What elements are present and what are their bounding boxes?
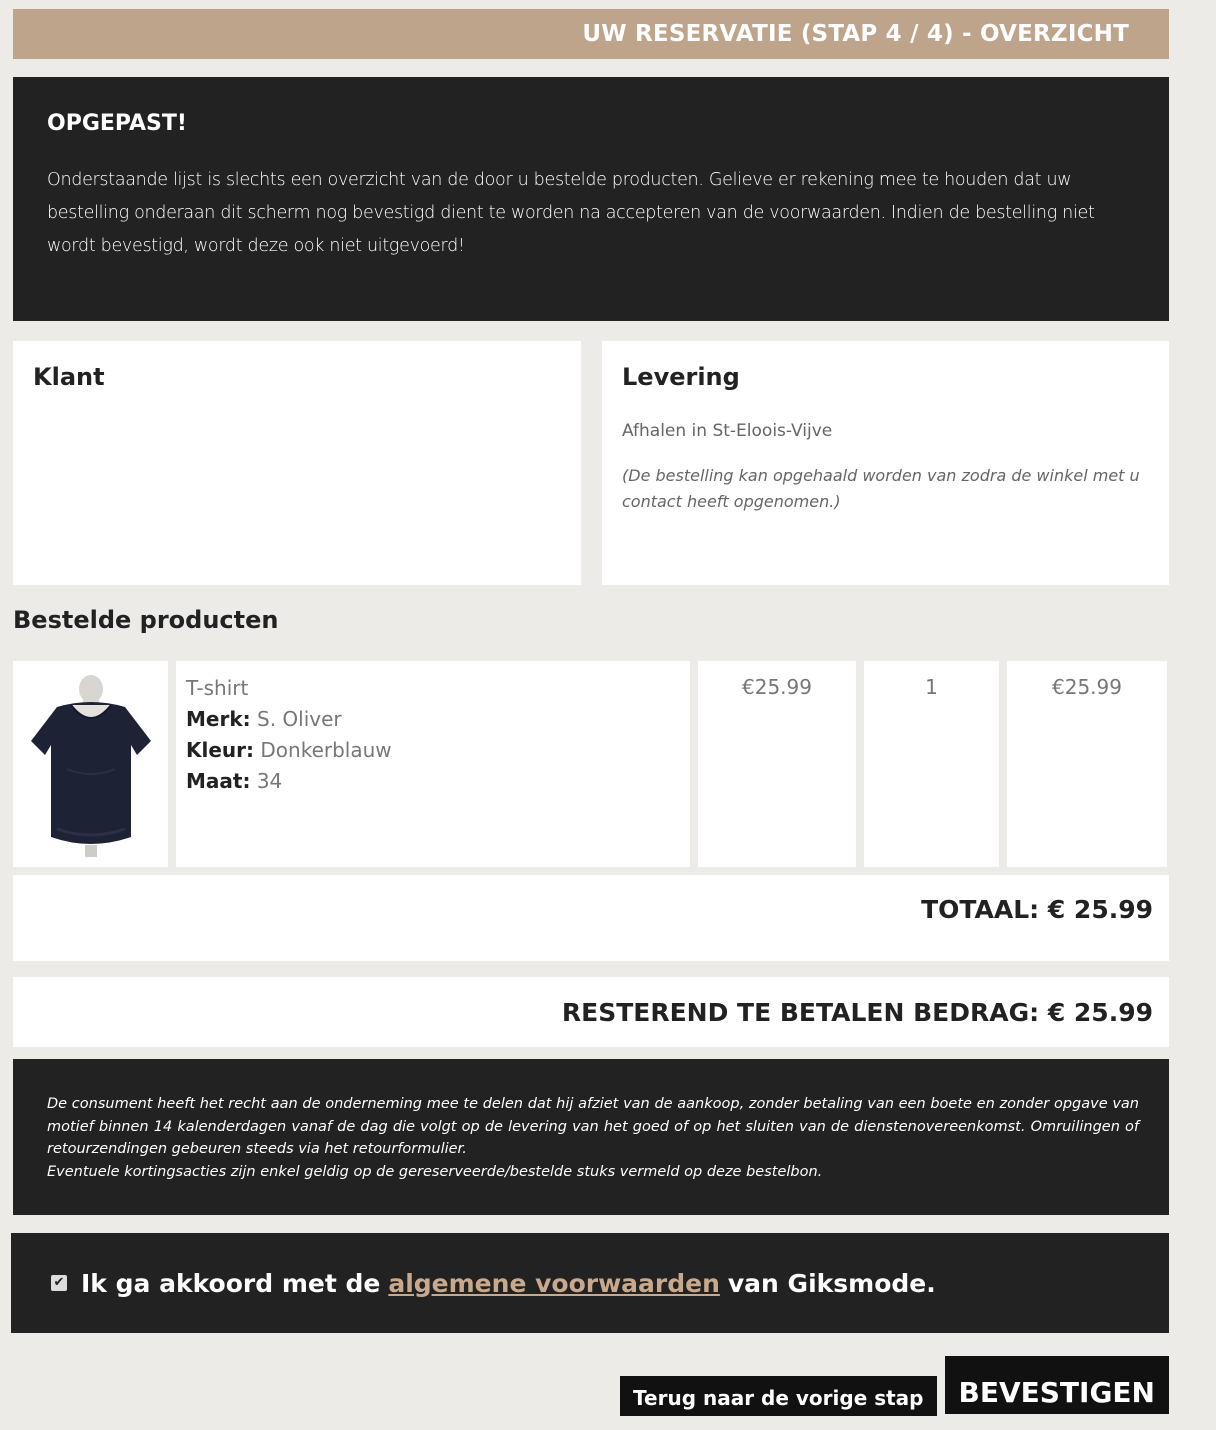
reservation-overview: UW RESERVATIE (STAP 4 / 4) - OVERZICHT O…: [11, 9, 1169, 1333]
terms-checkbox[interactable]: ✔: [51, 1275, 67, 1291]
legal-text-withdrawal: De consument heeft het recht aan de onde…: [47, 1096, 1139, 1157]
color-label: Kleur:: [186, 738, 255, 762]
color-value: Donkerblauw: [260, 738, 392, 762]
customer-box: Klant: [13, 341, 581, 585]
terms-link[interactable]: algemene voorwaarden: [388, 1269, 720, 1298]
step-title: UW RESERVATIE (STAP 4 / 4) - OVERZICHT: [582, 21, 1129, 47]
legal-text-discounts: Eventuele kortingsacties zijn enkel geld…: [47, 1163, 823, 1180]
back-button[interactable]: Terug naar de vorige stap: [620, 1376, 937, 1416]
product-image: [13, 661, 168, 867]
ordered-products-title: Bestelde producten: [13, 606, 279, 634]
brand-value: S. Oliver: [257, 707, 342, 731]
brand-label: Merk:: [186, 707, 251, 731]
product-brand: Merk: S. Oliver: [186, 704, 680, 735]
remaining-amount: RESTEREND TE BETALEN BEDRAG: € 25.99: [561, 998, 1153, 1027]
delivery-note: (De bestelling kan opgehaald worden van …: [622, 466, 1140, 511]
product-description: T-shirt Merk: S. Oliver Kleur: Donkerbla…: [176, 661, 690, 867]
product-color: Kleur: Donkerblauw: [186, 735, 680, 766]
terms-suffix: van Giksmode.: [727, 1268, 936, 1298]
size-value: 34: [256, 769, 283, 793]
product-row: T-shirt Merk: S. Oliver Kleur: Donkerbla…: [13, 661, 1169, 867]
tshirt-image: [30, 675, 151, 857]
total-amount: TOTAAL: € 25.99: [921, 895, 1153, 924]
terms-prefix: Ik ga akkoord met de: [81, 1268, 381, 1298]
size-label: Maat:: [186, 769, 251, 793]
legal-notice: De consument heeft het recht aan de onde…: [13, 1059, 1169, 1215]
total-box: TOTAAL: € 25.99: [13, 875, 1169, 961]
terms-agreement: ✔ Ik ga akkoord met de algemene voorwaar…: [11, 1233, 1169, 1333]
info-row: Klant Levering Afhalen in St-Eloois-Vijv…: [13, 341, 1169, 585]
product-quantity: 1: [864, 661, 999, 867]
product-line-total: €25.99: [1007, 661, 1167, 867]
actions: Terug naar de vorige stap BEVESTIGEN: [620, 1356, 1169, 1416]
notice-panel: OPGEPAST! Onderstaande lijst is slechts …: [13, 77, 1169, 321]
product-name: T-shirt: [186, 676, 249, 700]
delivery-box: Levering Afhalen in St-Eloois-Vijve (De …: [602, 341, 1169, 585]
step-header: UW RESERVATIE (STAP 4 / 4) - OVERZICHT: [13, 9, 1169, 59]
check-icon: ✔: [53, 1275, 65, 1290]
delivery-method: Afhalen in St-Eloois-Vijve: [622, 421, 833, 441]
notice-text: Onderstaande lijst is slechts een overzi…: [47, 170, 1095, 256]
product-price: €25.99: [698, 661, 856, 867]
customer-heading: Klant: [33, 363, 105, 391]
delivery-heading: Levering: [622, 363, 740, 391]
product-size: Maat: 34: [186, 766, 680, 797]
notice-title: OPGEPAST!: [47, 111, 187, 136]
confirm-button[interactable]: BEVESTIGEN: [944, 1356, 1169, 1414]
remaining-box: RESTEREND TE BETALEN BEDRAG: € 25.99: [13, 977, 1169, 1047]
